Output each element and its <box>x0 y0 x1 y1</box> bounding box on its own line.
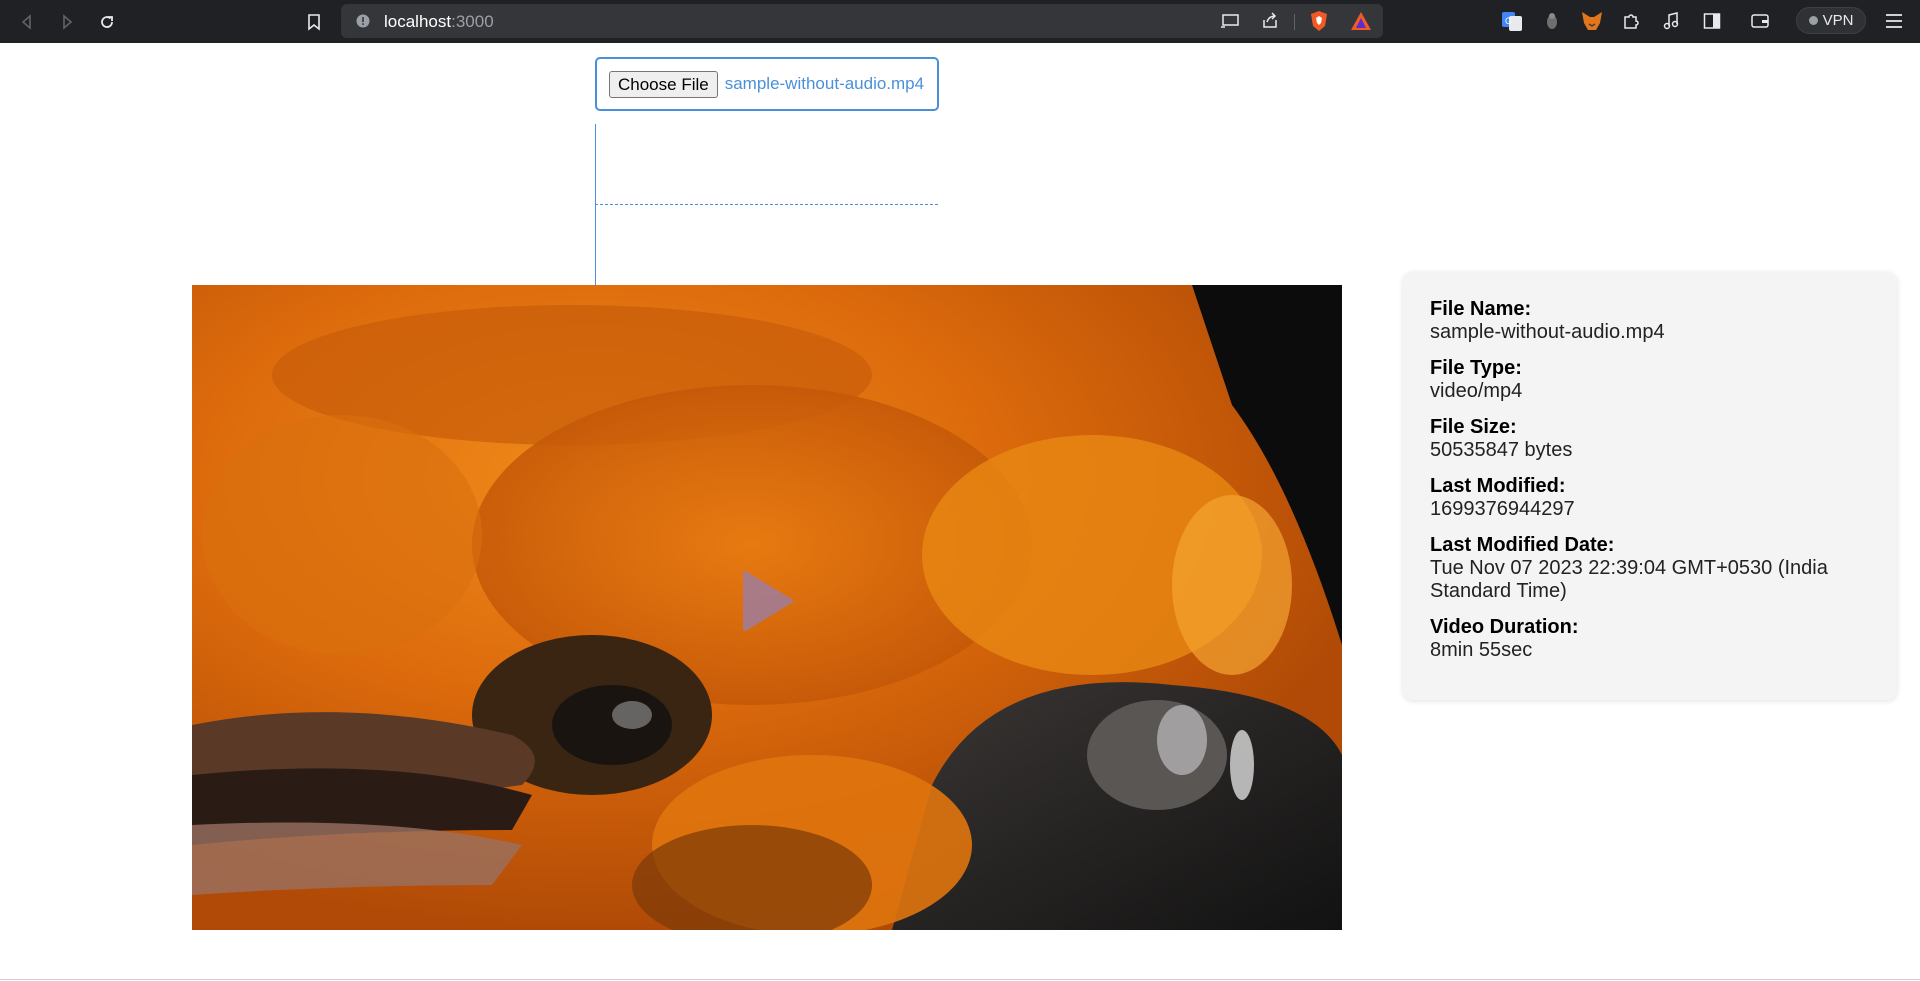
file-type-label: File Type: <box>1430 357 1522 379</box>
back-icon[interactable] <box>14 9 40 35</box>
media-controls-icon[interactable] <box>1659 9 1683 33</box>
last-modified-value: 1699376944297 <box>1430 498 1575 520</box>
file-size-label: File Size: <box>1430 416 1517 438</box>
vpn-status-icon <box>1808 16 1818 25</box>
vpn-label: VPN <box>1822 12 1854 29</box>
forward-icon[interactable] <box>54 9 80 35</box>
selected-file-name: sample-without-audio.mp4 <box>724 74 925 93</box>
url-host: localhost <box>384 12 452 31</box>
share-icon[interactable] <box>1259 10 1281 32</box>
file-size-row: File Size: 50535847 bytes <box>1430 416 1897 462</box>
video-duration-label: Video Duration: <box>1430 616 1579 638</box>
file-info-card: File Name: sample-without-audio.mp4 File… <box>1403 272 1897 700</box>
guide-line-dashed <box>595 204 938 205</box>
file-upload-box: Choose File sample-without-audio.mp4 <box>595 57 939 111</box>
file-name-label: File Name: <box>1430 298 1532 320</box>
cast-icon[interactable] <box>1219 10 1241 32</box>
brave-rewards-icon[interactable] <box>1350 10 1372 32</box>
vpn-button[interactable]: VPN <box>1796 7 1866 34</box>
site-info-icon[interactable] <box>355 13 371 29</box>
bookmark-icon[interactable] <box>301 9 327 35</box>
video-duration-row: Video Duration: 8min 55sec <box>1430 616 1897 662</box>
video-player[interactable] <box>192 285 1342 930</box>
wallet-icon[interactable] <box>1748 9 1772 33</box>
reload-icon[interactable] <box>94 9 120 35</box>
page-bottom-divider <box>0 979 1920 980</box>
file-type-row: File Type: video/mp4 <box>1430 357 1897 403</box>
last-modified-date-value: Tue Nov 07 2023 22:39:04 GMT+0530 (India… <box>1430 557 1828 602</box>
file-type-value: video/mp4 <box>1430 380 1523 402</box>
choose-file-button[interactable]: Choose File <box>609 70 718 98</box>
metamask-icon[interactable] <box>1580 9 1604 33</box>
last-modified-row: Last Modified: 1699376944297 <box>1430 475 1897 521</box>
translate-icon[interactable]: G <box>1500 9 1524 33</box>
svg-text:G: G <box>1505 16 1512 26</box>
url-text: localhost:3000 <box>384 13 494 30</box>
video-duration-value: 8min 55sec <box>1430 639 1533 661</box>
last-modified-date-label: Last Modified Date: <box>1430 534 1615 556</box>
file-name-row: File Name: sample-without-audio.mp4 <box>1430 298 1897 344</box>
address-bar[interactable]: localhost:3000 <box>341 4 1383 38</box>
last-modified-date-row: Last Modified Date: Tue Nov 07 2023 22:3… <box>1430 534 1897 603</box>
brave-shields-icon[interactable] <box>1308 10 1330 32</box>
play-icon[interactable] <box>739 570 795 632</box>
menu-icon[interactable] <box>1882 9 1906 33</box>
sidebar-icon[interactable] <box>1700 9 1724 33</box>
toolbar-separator <box>1294 14 1295 30</box>
url-port: :3000 <box>451 12 494 31</box>
extension-a-icon[interactable] <box>1540 9 1564 33</box>
last-modified-label: Last Modified: <box>1430 475 1566 497</box>
extensions-puzzle-icon[interactable] <box>1619 9 1643 33</box>
browser-toolbar: localhost:3000 G VPN <box>0 0 1920 43</box>
file-size-value: 50535847 bytes <box>1430 439 1573 461</box>
file-name-value: sample-without-audio.mp4 <box>1430 321 1665 343</box>
